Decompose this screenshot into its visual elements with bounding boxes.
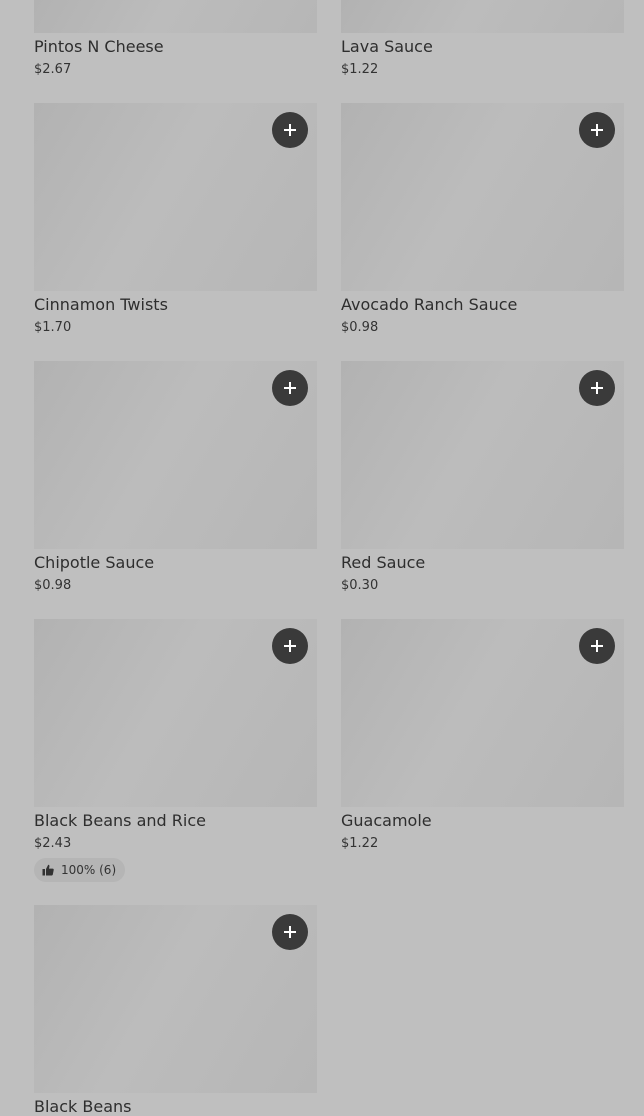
menu-item-card-chipotle-sauce[interactable]: Chipotle Sauce $0.98 [34,361,317,593]
menu-item-card-guacamole[interactable]: Guacamole $1.22 [341,619,624,851]
menu-item-name[interactable]: Red Sauce [341,554,624,572]
menu-item-card-black-beans[interactable]: Black Beans [34,905,317,1116]
plus-icon [591,640,603,652]
menu-item-card-black-beans-and-rice[interactable]: Black Beans and Rice $2.43 100% (6) [34,619,317,882]
menu-item-price: $2.67 [34,62,72,77]
menu-item-image[interactable] [34,905,317,1093]
add-to-cart-button[interactable] [272,370,308,406]
menu-item-image[interactable] [34,103,317,291]
plus-icon [284,926,296,938]
menu-item-name[interactable]: Pintos N Cheese [34,38,317,56]
menu-item-name[interactable]: Avocado Ranch Sauce [341,296,624,314]
rating-text: 100% (6) [61,863,117,877]
menu-item-card-cinnamon-twists[interactable]: Cinnamon Twists $1.70 [34,103,317,335]
menu-item-image[interactable] [34,361,317,549]
plus-icon [591,124,603,136]
rating-badge: 100% (6) [34,858,126,882]
plus-icon [284,382,296,394]
add-to-cart-button[interactable] [272,112,308,148]
menu-item-price: $1.70 [34,320,72,335]
menu-item-price: $2.43 [34,836,72,851]
menu-item-price: $1.22 [341,62,379,77]
plus-icon [591,382,603,394]
menu-item-image[interactable] [341,103,624,291]
menu-item-price: $0.98 [341,320,379,335]
add-to-cart-button[interactable] [272,628,308,664]
menu-item-image[interactable] [34,0,317,33]
menu-item-name[interactable]: Black Beans [34,1098,317,1116]
menu-item-grid: Pintos N Cheese $2.67 Lava Sauce $1.22 Cinna… [0,0,644,1116]
plus-icon [284,124,296,136]
menu-item-card-pintos-n-cheese[interactable]: Pintos N Cheese $2.67 [34,0,317,77]
menu-item-card-avocado-ranch-sauce[interactable]: Avocado Ranch Sauce $0.98 [341,103,624,335]
menu-item-image[interactable] [341,619,624,807]
thumbs-up-icon [42,864,54,876]
add-to-cart-button[interactable] [579,628,615,664]
menu-item-price: $0.30 [341,578,379,593]
menu-item-image[interactable] [34,619,317,807]
menu-item-image[interactable] [341,0,624,33]
plus-icon [284,640,296,652]
menu-item-card-lava-sauce[interactable]: Lava Sauce $1.22 [341,0,624,77]
menu-item-card-red-sauce[interactable]: Red Sauce $0.30 [341,361,624,593]
menu-item-name[interactable]: Guacamole [341,812,624,830]
menu-item-price: $0.98 [34,578,72,593]
menu-item-name[interactable]: Chipotle Sauce [34,554,317,572]
menu-item-name[interactable]: Cinnamon Twists [34,296,317,314]
add-to-cart-button[interactable] [272,914,308,950]
menu-item-price: $1.22 [341,836,379,851]
menu-item-name[interactable]: Lava Sauce [341,38,624,56]
add-to-cart-button[interactable] [579,370,615,406]
menu-item-name[interactable]: Black Beans and Rice [34,812,317,830]
add-to-cart-button[interactable] [579,112,615,148]
menu-item-image[interactable] [341,361,624,549]
